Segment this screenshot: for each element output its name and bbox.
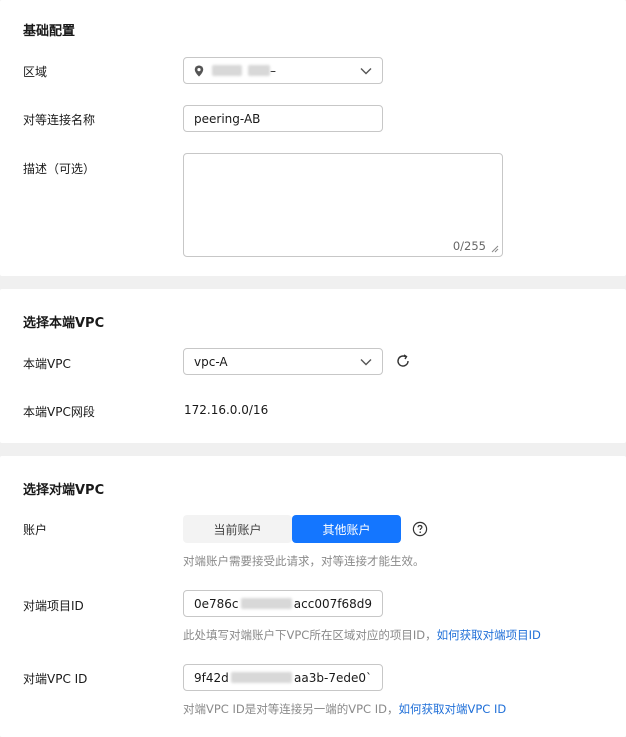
account-label: 账户 (23, 523, 48, 537)
peer-project-suffix: acc007f68d9 (293, 596, 372, 611)
local-vpc-label: 本端VPC (23, 357, 71, 371)
vpc-id-redacted (230, 672, 293, 683)
peering-name-label: 对等连接名称 (23, 113, 96, 127)
description-textarea[interactable]: 0/255 (183, 153, 503, 257)
chevron-down-icon (360, 68, 372, 75)
account-hint: 对端账户需要接受此请求，对等连接才能生效。 (183, 554, 425, 568)
local-cidr-value: 172.16.0.0/16 (184, 403, 269, 417)
peer-vpcid-label: 对端VPC ID (23, 672, 88, 686)
peer-project-prefix: 0e786c (194, 596, 239, 611)
project-id-redacted (240, 598, 292, 609)
peer-vpc-title: 选择对端VPC (23, 483, 105, 498)
local-cidr-label: 本端VPC网段 (23, 405, 95, 419)
peer-vpcid-suffix: aa3b-7ede0` (294, 670, 372, 685)
description-label: 描述（可选） (23, 162, 96, 176)
local-vpc-title: 选择本端VPC (23, 316, 105, 331)
region-label: 区域 (23, 65, 48, 79)
local-vpc-value: vpc-A (194, 354, 228, 369)
region-redacted (212, 65, 242, 76)
basic-config-section: 基础配置 区域 – 对等连接名称 peering-AB 描述（可选） 0/255 (0, 0, 626, 276)
region-select[interactable]: – (183, 57, 383, 84)
resize-handle-icon[interactable] (489, 243, 499, 253)
peer-vpcid-hint: 对端VPC ID是对等连接另一端的VPC ID，如何获取对端VPC ID (183, 701, 506, 717)
region-redacted-2 (248, 65, 270, 76)
peer-project-hint-text: 此处填写对端账户下VPC所在区域对应的项目ID， (183, 628, 437, 642)
peering-name-input[interactable]: peering-AB (183, 105, 383, 132)
account-option-current[interactable]: 当前账户 (183, 515, 292, 543)
peer-project-label: 对端项目ID (23, 599, 84, 613)
local-vpc-select[interactable]: vpc-A (183, 348, 383, 375)
account-option-other[interactable]: 其他账户 (292, 515, 401, 543)
peer-project-id-input[interactable]: 0e786c acc007f68d9 (183, 590, 383, 617)
account-segmented-control: 当前账户 其他账户 (183, 515, 401, 543)
chevron-down-icon (360, 359, 372, 366)
description-counter: 0/255 (452, 239, 486, 253)
peer-vpcid-prefix: 9f42d (194, 670, 229, 685)
help-icon[interactable] (412, 521, 428, 537)
peer-vpcid-help-link[interactable]: 如何获取对端VPC ID (398, 702, 506, 716)
refresh-icon[interactable] (395, 353, 411, 369)
peer-vpcid-hint-text: 对端VPC ID是对等连接另一端的VPC ID， (183, 702, 399, 716)
peer-project-help-link[interactable]: 如何获取对端项目ID (437, 628, 541, 642)
region-value-suffix: – (270, 63, 276, 78)
peer-vpc-id-input[interactable]: 9f42d aa3b-7ede0` (183, 664, 383, 691)
location-pin-icon (194, 65, 204, 76)
peering-name-value: peering-AB (194, 111, 261, 126)
basic-config-title: 基础配置 (23, 24, 76, 39)
peer-project-hint: 此处填写对端账户下VPC所在区域对应的项目ID，如何获取对端项目ID (183, 627, 541, 643)
